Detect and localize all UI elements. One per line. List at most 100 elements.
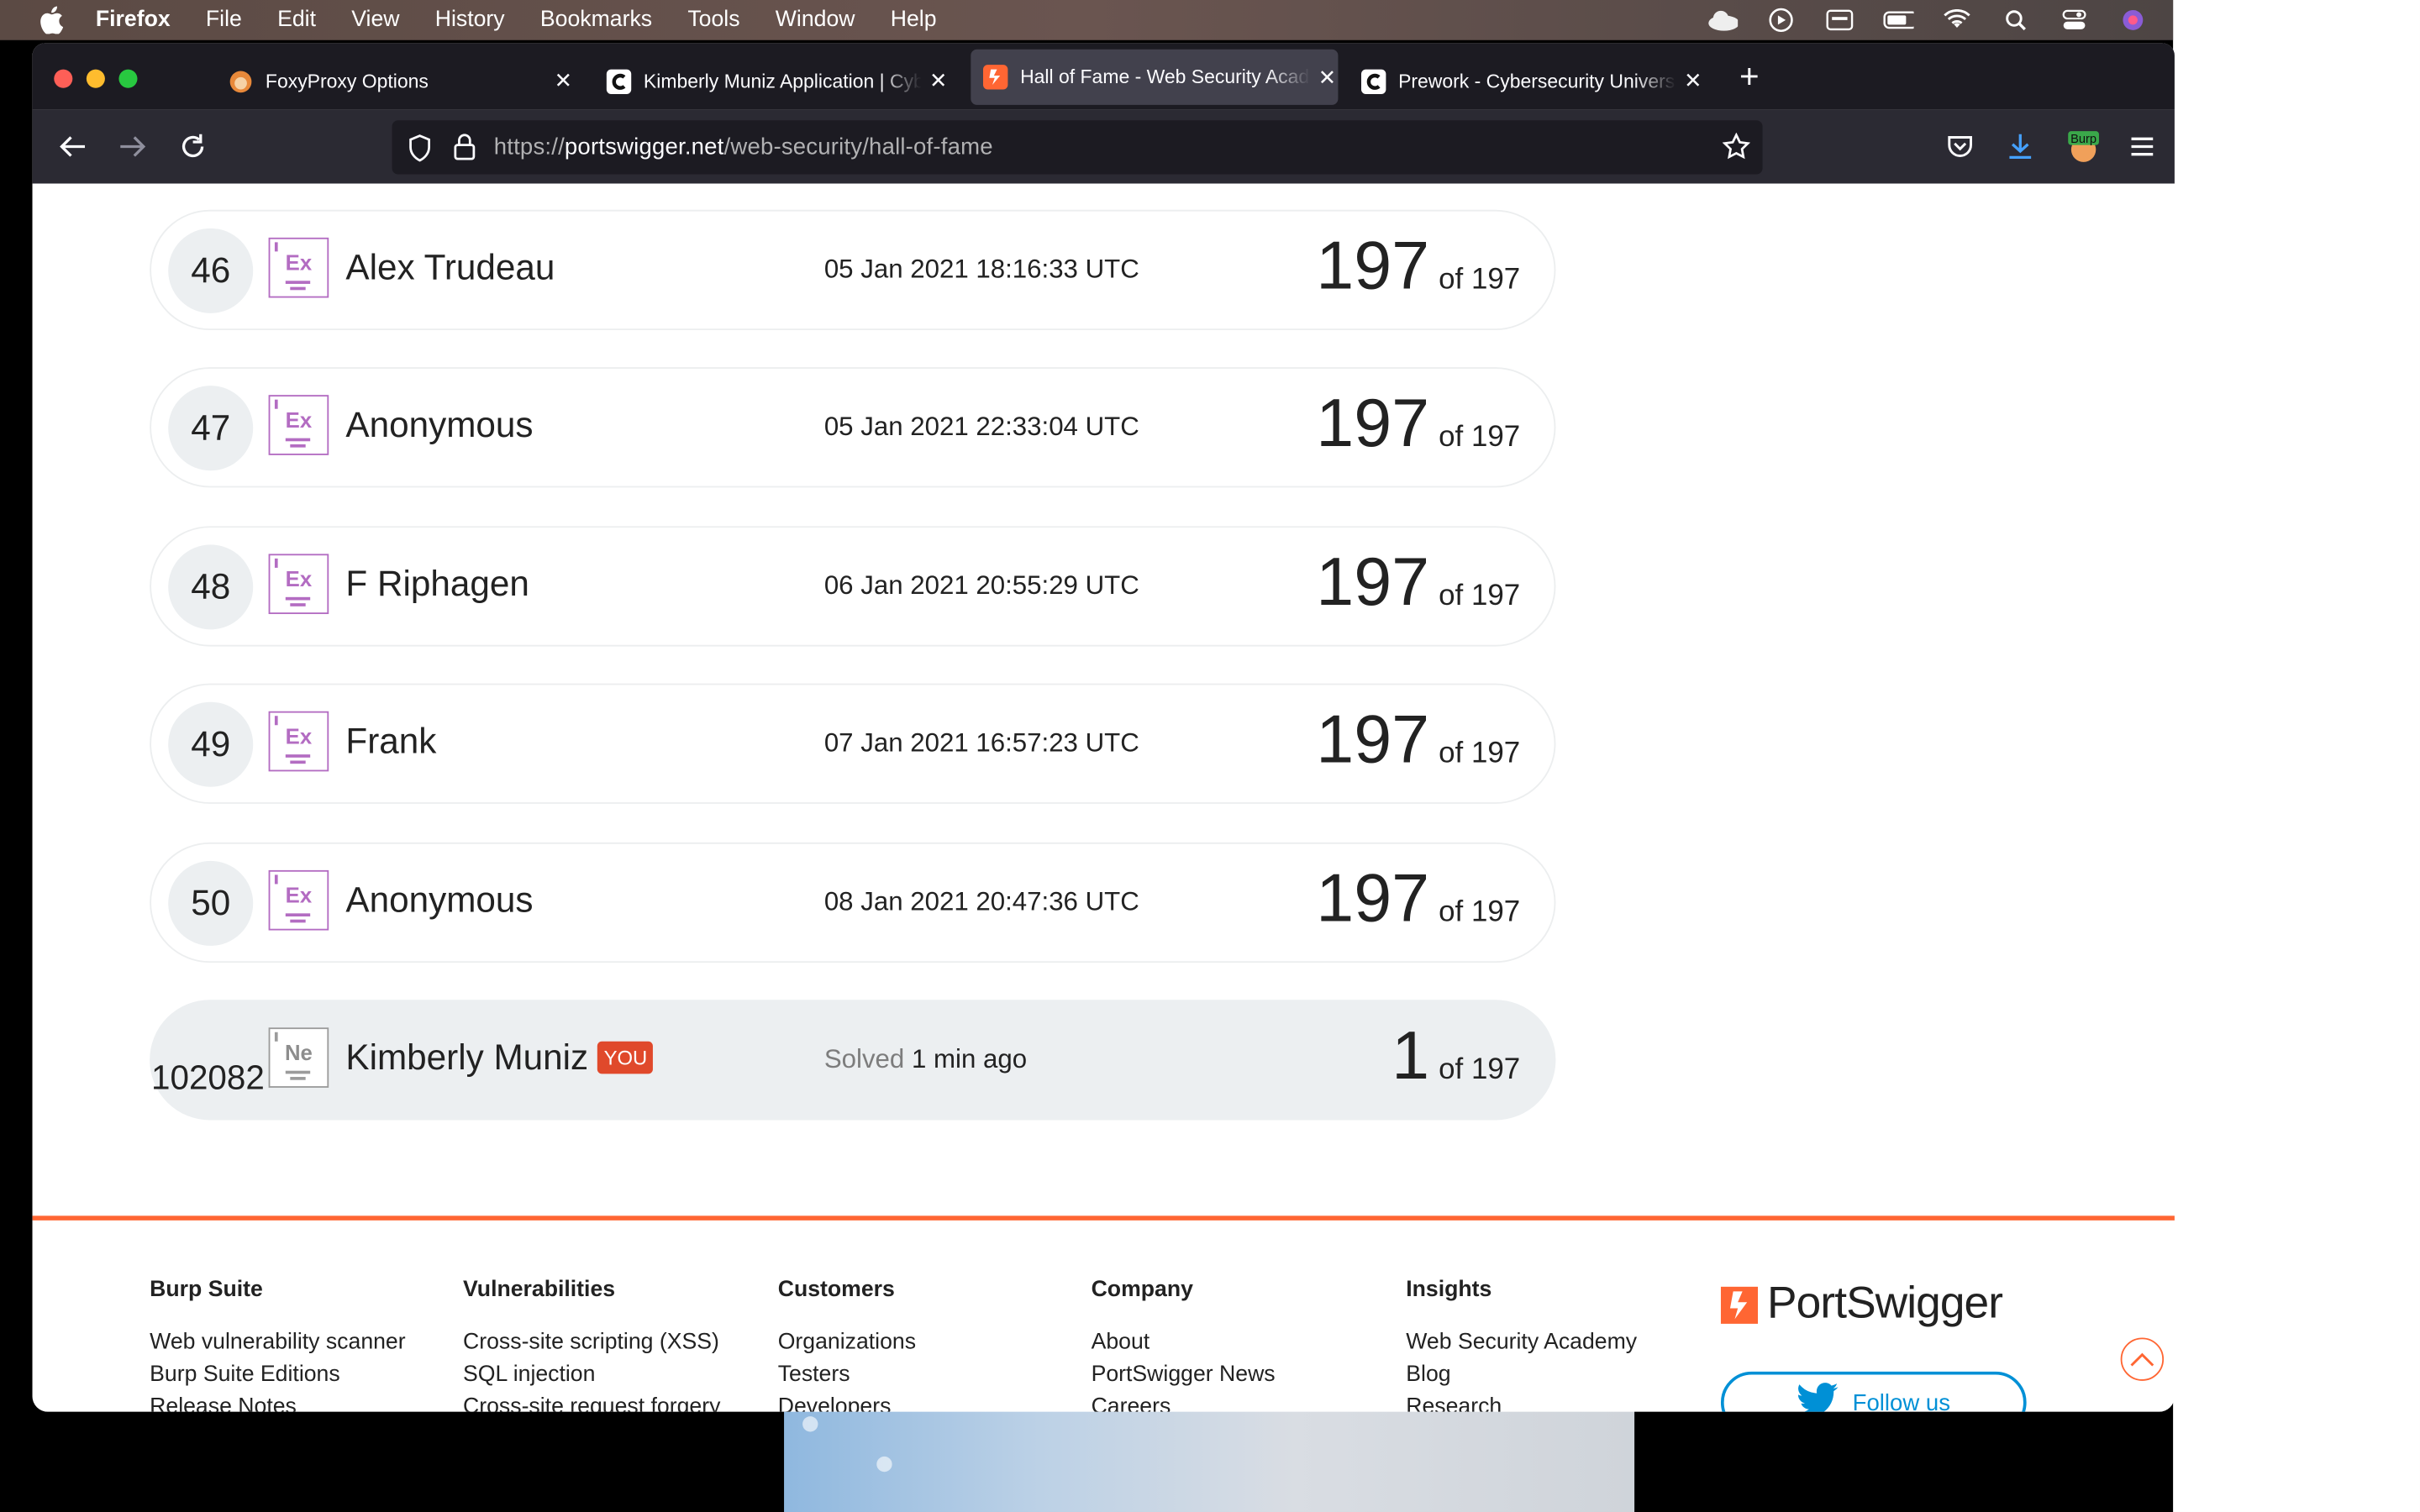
menu-view[interactable]: View — [351, 8, 399, 32]
menu-history[interactable]: History — [435, 8, 505, 32]
menu-tools[interactable]: Tools — [687, 8, 739, 32]
solved-date: 05 Jan 2021 22:33:04 UTC — [823, 412, 1139, 442]
player-name: F Riphagen — [345, 563, 529, 604]
follow-us-button[interactable]: Follow us — [1720, 1371, 2027, 1412]
footer-link[interactable]: SQL injection — [463, 1359, 720, 1392]
spotlight-search-icon[interactable] — [2000, 6, 2031, 34]
tab-kimberly-application[interactable]: Kimberly Muniz Application | Cybersecuri… — [594, 52, 949, 109]
footer-link[interactable]: Testers — [778, 1359, 916, 1392]
tab-prework[interactable]: Prework - Cybersecurity University ✕ — [1349, 52, 1703, 109]
newcomer-badge-icon: Ne — [268, 1027, 329, 1088]
reload-icon[interactable] — [177, 131, 208, 162]
footer-link[interactable]: About — [1092, 1327, 1276, 1360]
scroll-to-top-chevron-up-icon[interactable] — [2120, 1337, 2165, 1381]
menu-bookmarks[interactable]: Bookmarks — [540, 8, 652, 32]
wifi-icon[interactable] — [1942, 6, 1973, 34]
player-name: Anonymous — [345, 404, 534, 444]
menu-window[interactable]: Window — [776, 8, 855, 32]
address-bar[interactable]: https://portswigger.net/web-security/hal… — [392, 120, 1763, 175]
browser-window: FoxyProxy Options ✕ Kimberly Muniz Appli… — [32, 43, 2175, 1412]
play-icon[interactable] — [1765, 6, 1797, 34]
expert-badge-icon: Ex — [268, 237, 329, 298]
follow-us-label: Follow us — [1852, 1389, 1951, 1412]
footer-link[interactable]: Organizations — [778, 1327, 916, 1360]
solved-status: Solved 1 min ago — [824, 1044, 1027, 1075]
close-window-button[interactable] — [54, 69, 73, 88]
footer-link[interactable]: Research — [1406, 1392, 1637, 1411]
footer-link[interactable]: Cross-site request forgery — [463, 1392, 720, 1411]
siri-icon[interactable] — [2118, 6, 2149, 34]
portswigger-logo-icon — [1720, 1285, 1759, 1323]
burp-extension-icon[interactable]: Burp — [2066, 131, 2100, 162]
page-content: 46 Ex Alex Trudeau 05 Jan 2021 18:16:33 … — [32, 183, 2175, 1412]
leaderboard-row: 48 Ex F Riphagen 06 Jan 2021 20:55:29 UT… — [150, 526, 1556, 647]
close-tab-icon[interactable]: ✕ — [1682, 68, 1704, 92]
tab-foxyproxy[interactable]: FoxyProxy Options ✕ — [216, 52, 574, 109]
tab-hall-of-fame[interactable]: Hall of Fame - Web Security Academy ✕ — [971, 49, 1339, 105]
close-tab-icon[interactable]: ✕ — [928, 68, 950, 92]
portswigger-logo[interactable]: PortSwigger — [1720, 1278, 2003, 1331]
footer-link[interactable]: Careers — [1092, 1392, 1276, 1411]
icloud-icon[interactable] — [1707, 6, 1739, 34]
tab-title: Hall of Fame - Web Security Academy — [1020, 66, 1310, 88]
tracking-protection-shield-icon[interactable] — [408, 134, 432, 170]
footer-link[interactable]: Developers — [778, 1392, 916, 1411]
score-value: 197 — [1316, 228, 1430, 304]
control-center-icon[interactable] — [2059, 6, 2090, 34]
player-name: Anonymous — [345, 879, 534, 920]
footer-link[interactable]: Web Security Academy — [1406, 1327, 1637, 1360]
score: 197 of 197 — [1316, 384, 1520, 465]
footer-link[interactable]: Burp Suite Editions — [150, 1359, 405, 1392]
footer-link[interactable]: PortSwigger News — [1092, 1359, 1276, 1392]
solved-date: 08 Jan 2021 20:47:36 UTC — [823, 887, 1139, 917]
footer-link[interactable]: Web vulnerability scanner — [150, 1327, 405, 1360]
logo-text: PortSwigger — [1767, 1278, 2003, 1329]
forward-arrow-icon[interactable] — [118, 131, 149, 162]
zoom-window-button[interactable] — [118, 69, 138, 88]
footer-column-insights: Insights Web Security Academy Blog Resea… — [1406, 1278, 1637, 1412]
footer-link[interactable]: Cross-site scripting (XSS) — [463, 1327, 720, 1360]
lock-icon[interactable] — [454, 133, 476, 168]
tab-title: Prework - Cybersecurity University — [1398, 70, 1676, 92]
battery-icon[interactable] — [1883, 6, 1914, 34]
back-arrow-icon[interactable] — [57, 131, 88, 162]
footer-link[interactable]: Release Notes — [150, 1392, 405, 1411]
leaderboard-row: 49 Ex Frank 07 Jan 2021 16:57:23 UTC 197… — [150, 683, 1556, 804]
score-value: 1 — [1392, 1018, 1430, 1095]
close-tab-icon[interactable]: ✕ — [553, 68, 575, 92]
navigation-toolbar: https://portswigger.net/web-security/hal… — [32, 109, 2175, 184]
menu-edit[interactable]: Edit — [277, 8, 316, 32]
keyboard-icon[interactable] — [1824, 6, 1855, 34]
new-tab-plus-icon[interactable]: + — [1739, 60, 1760, 93]
score: 197 of 197 — [1316, 859, 1520, 940]
minimize-window-button[interactable] — [86, 69, 105, 88]
menu-app-name[interactable]: Firefox — [96, 8, 171, 32]
menu-file[interactable]: File — [206, 8, 242, 32]
footer-link[interactable]: Blog — [1406, 1359, 1637, 1392]
score: 197 of 197 — [1316, 701, 1520, 781]
bookmark-star-icon[interactable] — [1722, 132, 1751, 168]
tab-title: Kimberly Muniz Application | Cybersecuri… — [643, 70, 922, 92]
menu-help[interactable]: Help — [891, 8, 937, 32]
footer-heading: Customers — [777, 1277, 895, 1303]
pocket-icon[interactable] — [1944, 131, 1975, 162]
score-total: of 197 — [1439, 580, 1521, 613]
url-path: /web-security/hall-of-fame — [723, 134, 993, 161]
player-name: Kimberly Muniz — [345, 1037, 589, 1078]
score: 197 of 197 — [1316, 543, 1520, 624]
twitter-bird-icon — [1797, 1383, 1840, 1412]
score-value: 197 — [1316, 860, 1430, 937]
downloads-arrow-icon[interactable] — [2005, 131, 2036, 162]
current-user-row: 102082 Ne Kimberly Muniz YOU Solved 1 min… — [150, 1000, 1556, 1121]
tab-title: FoxyProxy Options — [265, 70, 429, 92]
desktop-wallpaper-photo — [784, 1410, 1635, 1512]
desktop-background — [2173, 0, 2420, 1512]
rank-circle: 48 — [168, 544, 254, 630]
url-text[interactable]: https://portswigger.net/web-security/hal… — [494, 134, 993, 160]
hamburger-menu-icon[interactable] — [2127, 131, 2158, 162]
close-tab-icon[interactable]: ✕ — [1317, 64, 1339, 88]
expert-badge-icon: Ex — [268, 869, 329, 931]
solved-time: 1 min ago — [911, 1044, 1028, 1074]
footer-column-company: Company About PortSwigger News Careers — [1092, 1278, 1276, 1412]
apple-menu-icon[interactable] — [35, 6, 66, 34]
